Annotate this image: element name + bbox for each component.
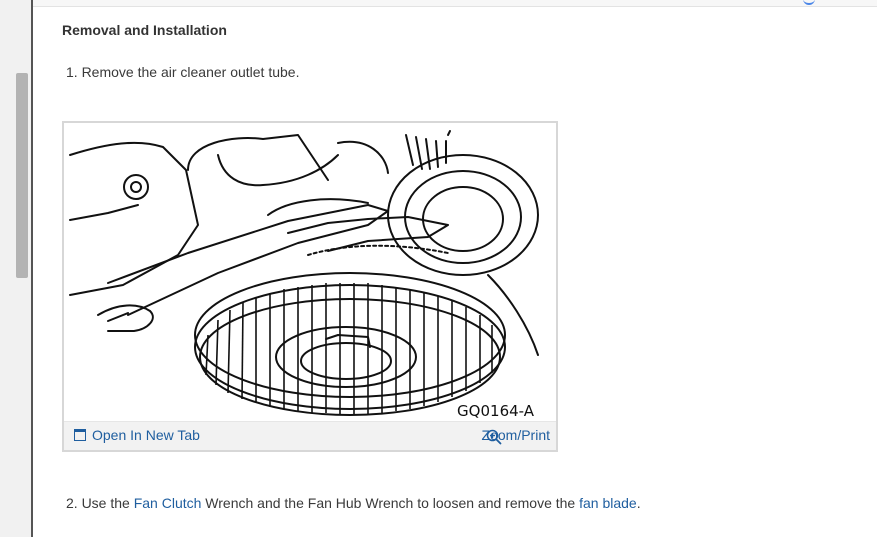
open-in-new-tab-link[interactable]: Open In New Tab [74,427,200,443]
step-2-middle: Wrench and the Fan Hub Wrench to loosen … [201,495,580,511]
fan-clutch-link[interactable]: Fan Clutch [134,495,202,511]
loading-indicator-icon [803,0,815,5]
figure-code: GQ0164-A [457,402,534,420]
fan-clutch-wrench-illustration [69,130,539,416]
scrollbar-thumb[interactable] [16,73,28,278]
top-bar [33,0,877,7]
open-in-new-tab-icon [74,429,86,441]
left-rail [0,0,33,537]
article-content: Removal and Installation 1. Remove the a… [62,22,877,511]
section-title: Removal and Installation [62,22,227,38]
step-2-suffix: . [636,495,641,511]
zoom-in-icon [486,429,501,445]
step-2-prefix: 2. Use the [66,495,134,511]
open-in-new-tab-label: Open In New Tab [92,427,200,443]
step-1: 1. Remove the air cleaner outlet tube. [66,64,300,80]
figure-container: GQ0164-A Open In New Tab Zoom/Print [62,121,558,452]
step-2: 2. Use the Fan Clutch Wrench and the Fan… [66,495,641,511]
fan-blade-link[interactable]: fan blade [579,495,637,511]
figure-toolbar: Open In New Tab Zoom/Print [64,421,556,450]
zoom-print-link[interactable]: Zoom/Print [482,427,550,445]
